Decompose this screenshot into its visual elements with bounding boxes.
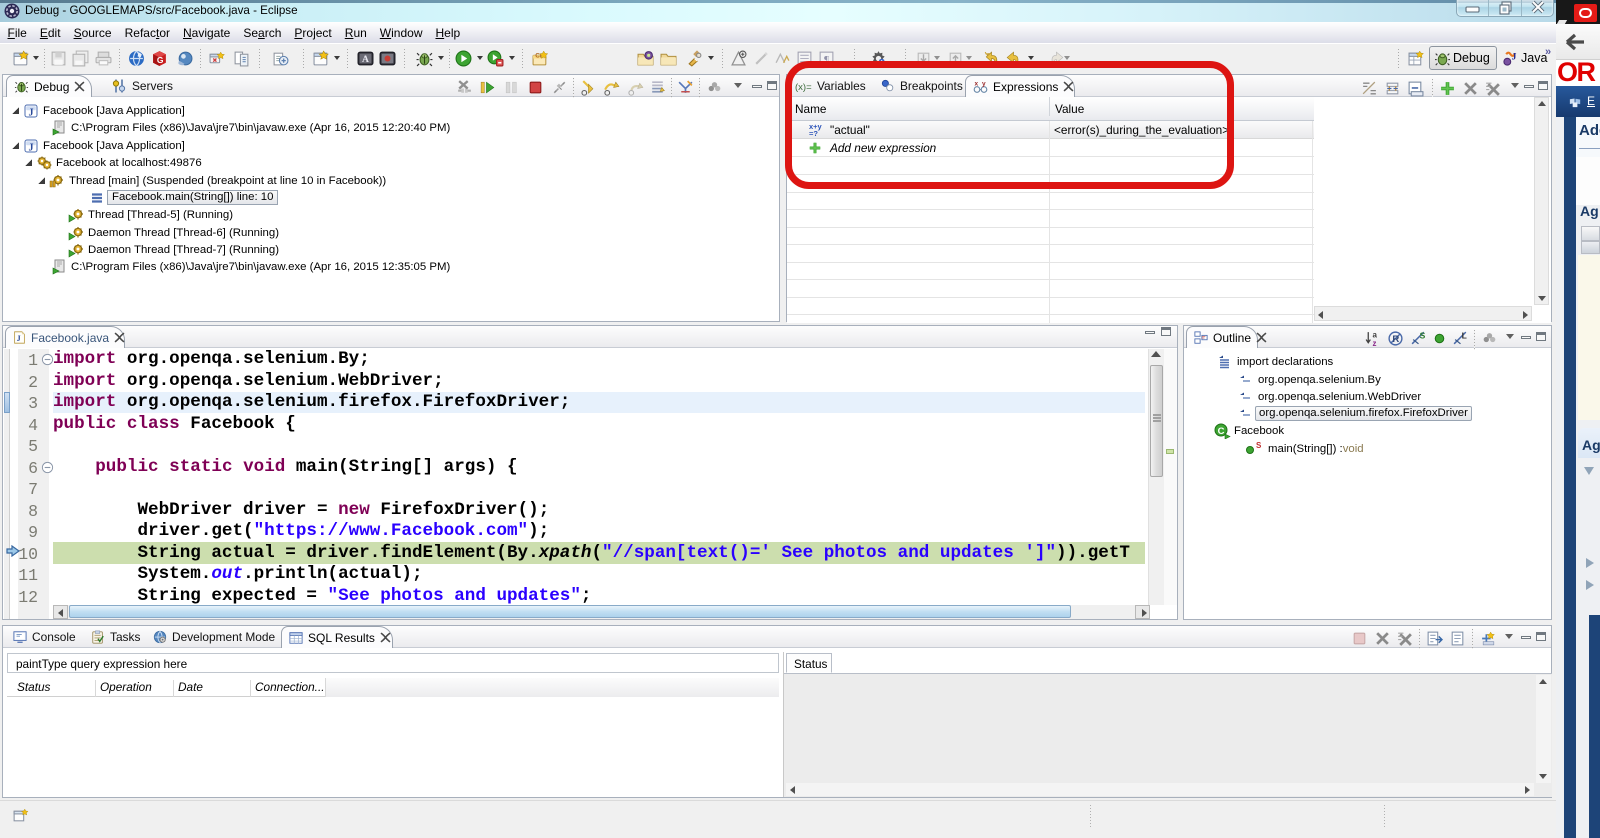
svg-text:J: J <box>1512 52 1517 63</box>
svg-text:C: C <box>1218 426 1225 437</box>
svg-text:z: z <box>1373 339 1377 347</box>
svg-text:J: J <box>29 107 34 118</box>
svg-text:J: J <box>29 142 34 153</box>
svg-text:S: S <box>1420 331 1426 341</box>
svg-text:S: S <box>1256 441 1262 450</box>
svg-text:A: A <box>362 54 369 65</box>
svg-text:G: G <box>157 55 164 65</box>
svg-text:J: J <box>17 334 21 343</box>
svg-text:L: L <box>1462 331 1467 341</box>
svg-text:R: R <box>1392 334 1399 345</box>
